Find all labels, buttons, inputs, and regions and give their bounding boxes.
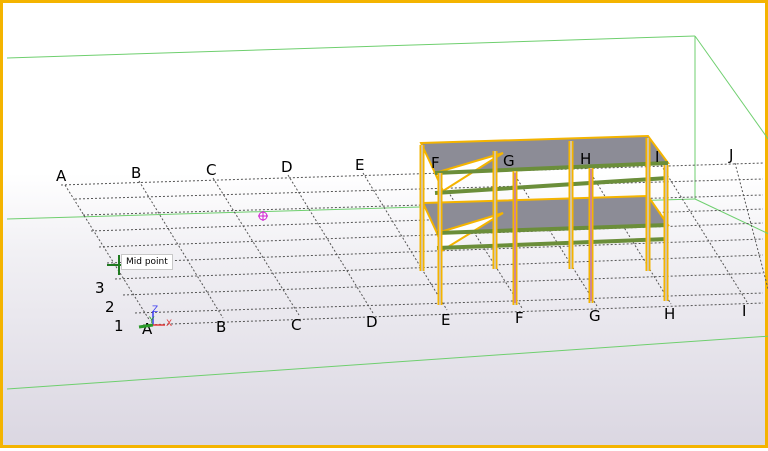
grid-label-row-1: 1 (114, 317, 124, 335)
grid-label-bottom-i: I (742, 302, 746, 320)
grid-label-bottom-g: G (589, 307, 601, 325)
grid-label-bottom-d: D (366, 313, 378, 331)
grid-line (60, 162, 764, 186)
grid-label-bottom-b: B (216, 318, 226, 336)
snap-tooltip: Mid point (121, 254, 173, 270)
grid-label-top-f: F (431, 154, 440, 172)
grid-label-bottom-h: H (664, 305, 675, 323)
grid-label-bottom-f: F (515, 309, 524, 327)
model-viewport[interactable]: ABCDEFGHIJ ABCDEFGHI 321 Z Y X Mid point (0, 0, 768, 448)
grid-label-top-h: H (580, 150, 591, 168)
grid-label-bottom-e: E (441, 311, 450, 329)
grid-label-row-3: 3 (95, 279, 105, 297)
grid-lines (60, 162, 768, 326)
grid-label-top-b: B (131, 164, 141, 182)
grid-label-top-e: E (355, 156, 364, 174)
3d-scene[interactable]: ABCDEFGHIJ ABCDEFGHI 321 Z Y X (3, 3, 768, 451)
axis-y-label: Y (148, 316, 155, 326)
grid-line (212, 177, 300, 316)
grid-line (287, 174, 374, 314)
grid-line (362, 172, 448, 311)
axis-indicator: Z Y X (138, 305, 172, 329)
grid-line (660, 164, 748, 303)
grid-label-top-c: C (206, 161, 216, 179)
grid-label-top-i: I (655, 148, 659, 166)
grid-line (74, 178, 764, 200)
grid-label-top-g: G (503, 152, 515, 170)
grid-line (138, 180, 224, 319)
grid-label-row-2: 2 (105, 298, 115, 316)
grid-line (510, 168, 598, 307)
axis-x-label: X (166, 319, 172, 329)
grid-label-top-a: A (56, 167, 67, 185)
crosshair-circle-icon (258, 211, 268, 221)
grid-labels-rows: 321 (95, 279, 124, 335)
axis-z-label: Z (152, 305, 158, 315)
grid-labels-bottom: ABCDEFGHI (142, 302, 746, 338)
grid-label-top-d: D (281, 158, 293, 176)
grid-label-top-j: J (728, 146, 733, 164)
grid-line (586, 166, 672, 305)
selected-structure[interactable] (419, 134, 670, 305)
grid-label-bottom-c: C (291, 316, 301, 334)
